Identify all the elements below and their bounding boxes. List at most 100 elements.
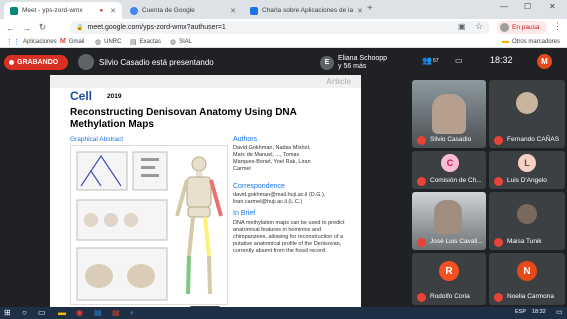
mic-off-icon	[494, 136, 503, 145]
presenter-text: Silvio Casadio está presentando	[99, 57, 214, 67]
task-view-icon[interactable]: ▭	[38, 308, 46, 317]
minimize-button[interactable]: —	[500, 2, 508, 11]
camera-icon[interactable]: ▣	[458, 22, 466, 31]
participant-name: Fernando CAÑAS	[507, 136, 560, 143]
browser-toolbar: ← → ↻ 🔒 meet.google.com/yps-zord-wmx?aut…	[0, 19, 567, 36]
participant-name: Maisa Tunik	[507, 238, 542, 245]
self-avatar[interactable]: M	[537, 54, 552, 69]
journal-logo: Cell	[70, 89, 93, 103]
mic-off-icon	[417, 293, 426, 302]
star-icon[interactable]: ☆	[475, 21, 483, 32]
slide-year: 2019	[107, 93, 122, 100]
taskbar-clock[interactable]: 18:32	[532, 309, 546, 315]
word-icon[interactable]: ▤	[94, 308, 102, 317]
participants-button[interactable]: 👥 57	[422, 56, 439, 65]
participant-initial: L	[518, 154, 536, 172]
recording-indicator[interactable]: GRABANDO	[4, 55, 68, 70]
mic-off-icon	[494, 293, 503, 302]
globe-icon: ◍	[95, 39, 102, 46]
profile-pause-button[interactable]: En pausa	[497, 21, 547, 34]
presenter-avatar	[78, 54, 94, 70]
in-brief-text: DNA methylation maps can be used to pred…	[233, 220, 345, 254]
participant-name: Silvio Casadio	[430, 136, 472, 143]
close-icon[interactable]: ✕	[230, 7, 236, 15]
mic-off-icon	[494, 238, 503, 247]
reload-button[interactable]: ↻	[36, 21, 49, 34]
chrome-icon[interactable]: ◉	[76, 308, 83, 317]
bookmark-other[interactable]: ▬ Otros marcadores	[502, 38, 560, 45]
bookmark-exactas[interactable]: ▤ Exactas	[130, 38, 161, 46]
forward-button[interactable]: →	[20, 21, 33, 34]
close-icon[interactable]: ✕	[110, 7, 116, 15]
participant-name: José Luis Cavall...	[430, 238, 483, 245]
tab-label: Cuenta de Google	[142, 7, 195, 14]
folder-icon: ▤	[130, 39, 137, 46]
google-favicon-icon	[130, 6, 138, 15]
os-taskbar: ⊞ ○ ▭ ▬ ◉ ▤ ▤ ◐ ESP 18:32 ▭	[0, 307, 567, 319]
participants-count: 57	[432, 57, 439, 64]
close-icon[interactable]: ✕	[357, 7, 362, 15]
close-window-button[interactable]: ✕	[549, 2, 556, 11]
edge-icon[interactable]: ◐	[130, 308, 135, 317]
participant-initial: N	[517, 261, 537, 281]
back-button[interactable]: ←	[4, 21, 17, 34]
participant-tile[interactable]: L Luis D'Angelo	[489, 151, 565, 189]
pause-label: En pausa	[512, 24, 540, 31]
authors-heading: Authors	[233, 136, 258, 143]
participant-photo	[516, 92, 538, 114]
bookmark-label: SIAL	[179, 39, 193, 45]
meet-favicon-icon	[10, 6, 18, 15]
graphical-abstract-heading: Graphical Abstract	[70, 136, 124, 143]
participant-name: Rodolfo Coria	[430, 293, 470, 300]
chat-icon[interactable]: ▭	[455, 56, 463, 65]
speaker-more: y 56 más	[338, 63, 367, 70]
tab-meet[interactable]: Meet - yps-zord-wmx ● ✕	[4, 2, 122, 19]
tab-label: Meet - yps-zord-wmx	[22, 7, 83, 14]
bookmark-sial[interactable]: ◍ SIAL	[170, 38, 192, 46]
bookmarks-bar: ⋮⋮ Aplicaciones M Gmail ◍ UNRC ▤ Exactas…	[0, 36, 567, 48]
slide-title: Reconstructing Denisovan Anatomy Using D…	[70, 107, 297, 130]
correspondence-text: david.gokhman@mail.huji.ac.il (D.G.), li…	[233, 192, 326, 205]
participant-tile[interactable]: N Noelia Carmona	[489, 253, 565, 305]
menu-icon[interactable]: ⋮	[553, 21, 562, 32]
participant-tile[interactable]: R Rodolfo Coria	[412, 253, 486, 305]
bookmark-label: Gmail	[68, 38, 85, 45]
search-icon[interactable]: ○	[22, 308, 27, 317]
bookmark-gmail[interactable]: M Gmail	[60, 38, 85, 45]
new-tab-button[interactable]: +	[367, 3, 373, 14]
language-indicator[interactable]: ESP	[515, 309, 526, 315]
graphical-abstract-figure	[70, 145, 228, 305]
bookmark-unrc[interactable]: ◍ UNRC	[95, 38, 121, 46]
mic-off-icon	[494, 177, 503, 186]
video-person	[434, 200, 462, 234]
notifications-icon[interactable]: ▭	[556, 308, 563, 316]
bookmark-apps[interactable]: ⋮⋮ Aplicaciones	[6, 38, 57, 46]
maximize-button[interactable]: ☐	[524, 2, 531, 11]
participant-tile[interactable]: Silvio Casadio	[412, 80, 486, 148]
tab-charla[interactable]: Charla sobre Aplicaciones de la ✕	[244, 2, 362, 19]
file-explorer-icon[interactable]: ▬	[58, 308, 66, 317]
participant-tile[interactable]: C Comisión de Ch...	[412, 151, 486, 189]
apps-grid-icon: ⋮⋮	[6, 39, 20, 46]
bookmark-label: Exactas	[139, 39, 161, 45]
mic-off-icon	[417, 136, 426, 145]
participant-name: Noelia Carmona	[507, 293, 554, 300]
meeting-clock: 18:32	[490, 55, 513, 65]
participant-tile[interactable]: Fernando CAÑAS	[489, 80, 565, 148]
address-bar[interactable]: 🔒 meet.google.com/yps-zord-wmx?authuser=…	[70, 21, 490, 34]
recording-label: GRABANDO	[17, 59, 59, 66]
windows-start-icon[interactable]: ⊞	[4, 308, 11, 317]
tab-google-account[interactable]: Cuenta de Google ✕	[124, 2, 242, 19]
abstract-diagram	[76, 151, 223, 301]
participant-tile[interactable]: José Luis Cavall...	[412, 192, 486, 250]
correspondence-heading: Correspondence	[233, 183, 285, 190]
folder-icon: ▬	[502, 38, 509, 45]
participant-tile[interactable]: Maisa Tunik	[489, 192, 565, 250]
presenter-banner: Silvio Casadio está presentando	[78, 53, 214, 71]
authors-text: David Gokhman, Nadav Mishol, Marc de Man…	[233, 145, 311, 172]
meet-area: GRABANDO Silvio Casadio está presentando…	[0, 48, 567, 319]
powerpoint-icon[interactable]: ▤	[112, 308, 120, 317]
record-dot-icon	[9, 60, 14, 65]
speaker-name: Eliana Schoopp	[338, 55, 388, 62]
lock-icon: 🔒	[76, 25, 84, 31]
